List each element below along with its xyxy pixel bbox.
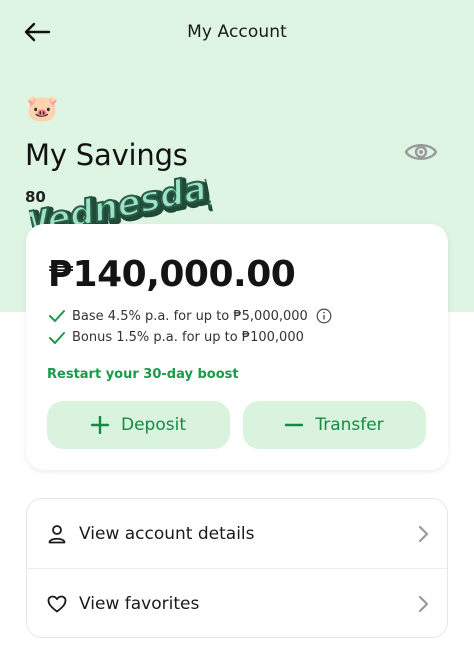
balance-amount: ₱140,000.00 <box>48 254 296 295</box>
base-rate-text: Base 4.5% p.a. for up to ₱5,000,000 <box>72 308 308 324</box>
transfer-label: Transfer <box>315 415 384 435</box>
heart-icon <box>47 595 67 613</box>
restart-boost-link[interactable]: Restart your 30-day boost <box>47 367 239 382</box>
eye-icon <box>404 144 438 160</box>
minus-icon <box>285 423 304 427</box>
toggle-visibility-button[interactable] <box>404 138 438 166</box>
deposit-label: Deposit <box>121 415 186 435</box>
view-favorites-label: View favorites <box>79 594 200 614</box>
pig-face-icon: 🐷 <box>26 94 59 124</box>
bonus-rate-text: Bonus 1.5% p.a. for up to ₱100,000 <box>72 330 304 345</box>
chevron-right-icon <box>418 525 429 543</box>
info-icon[interactable] <box>316 308 332 324</box>
check-icon <box>49 310 65 322</box>
app-header: My Account <box>0 0 474 64</box>
chevron-right-icon <box>418 595 429 613</box>
view-favorites-item[interactable]: View favorites <box>27 569 447 639</box>
bonus-rate-row: Bonus 1.5% p.a. for up to ₱100,000 <box>48 330 304 345</box>
check-icon <box>49 331 65 344</box>
account-menu: View account details View favorites <box>26 498 448 638</box>
page-title: My Account <box>187 22 287 42</box>
transfer-button[interactable]: Transfer <box>243 401 426 449</box>
view-account-details-label: View account details <box>79 524 255 544</box>
person-icon <box>48 525 66 544</box>
balance-card: ₱140,000.00 Base 4.5% p.a. for up to ₱5,… <box>26 224 448 470</box>
base-rate-row: Base 4.5% p.a. for up to ₱5,000,000 <box>48 308 332 324</box>
plus-icon <box>91 416 109 434</box>
deposit-button[interactable]: Deposit <box>47 401 230 449</box>
view-account-details-item[interactable]: View account details <box>27 499 447 569</box>
